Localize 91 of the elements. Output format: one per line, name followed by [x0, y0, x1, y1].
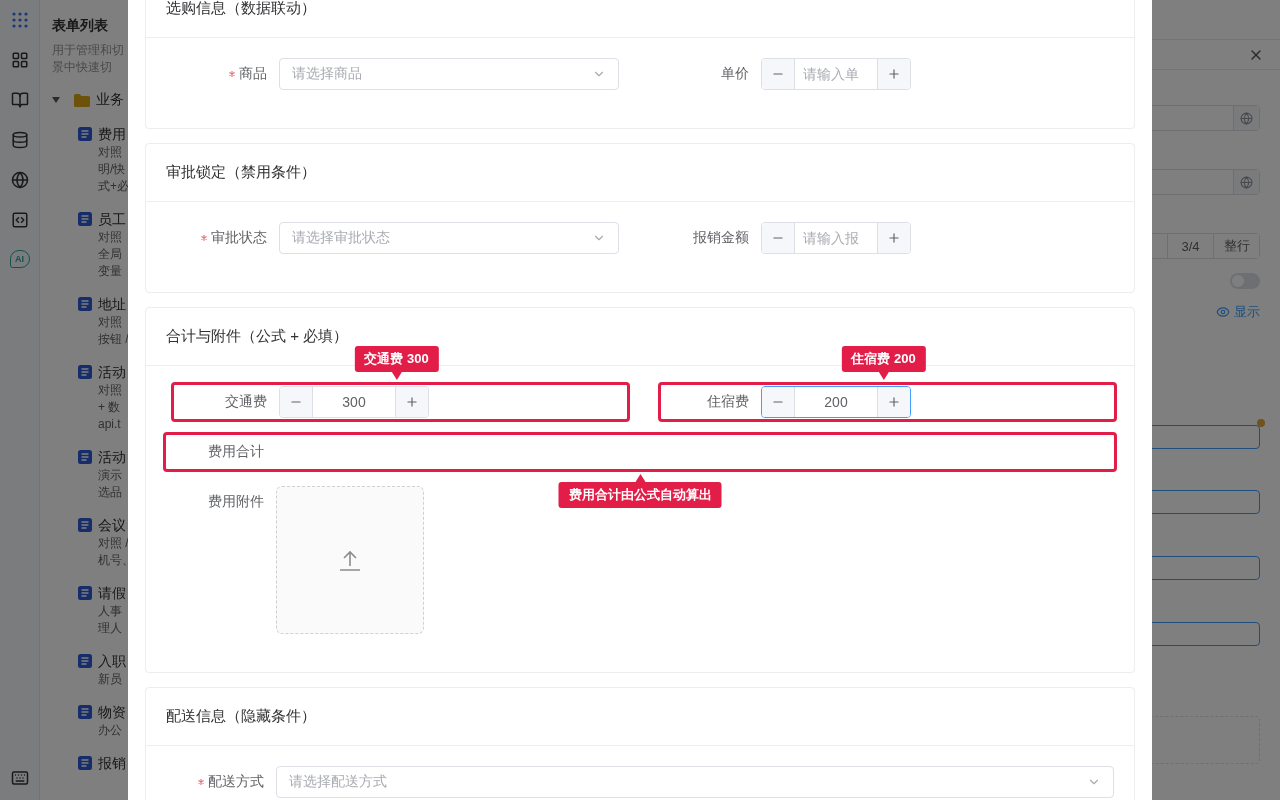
form-list-item[interactable]: 活动 [98, 362, 126, 382]
field-label: 费用附件 [208, 493, 264, 511]
field-label: 费用合计 [208, 443, 264, 461]
section-title: 合计与附件（公式 + 必填） [166, 327, 349, 346]
item-description: 新员 [98, 671, 122, 688]
eye-icon [1216, 305, 1230, 319]
section-title: 审批锁定（禁用条件） [166, 163, 316, 182]
decrement-button[interactable] [762, 387, 795, 417]
number-stepper[interactable]: 300 [279, 386, 429, 418]
callout-label: 交通费 300 [354, 346, 439, 372]
plus-icon [887, 395, 901, 409]
callout-pointer-icon [391, 372, 402, 380]
form-list-item[interactable]: 地址 [98, 294, 126, 314]
callout-pointer-icon [635, 474, 645, 482]
keyboard-icon[interactable] [9, 768, 30, 788]
globe-icon [1240, 175, 1253, 189]
caret-icon[interactable] [52, 96, 60, 104]
notification-dot [1257, 419, 1265, 427]
upload-icon [339, 549, 361, 571]
upload-area[interactable] [276, 486, 424, 634]
globe-icon[interactable] [9, 170, 30, 190]
document-icon [78, 212, 92, 226]
document-icon [78, 365, 92, 379]
document-icon [78, 518, 92, 532]
segment-option[interactable]: 整行 [1213, 234, 1259, 258]
item-description: 机号、 [98, 552, 134, 569]
document-icon [78, 586, 92, 600]
field-label: 审批状态 [211, 229, 267, 247]
callout-label: 费用合计由公式自动算出 [558, 482, 722, 508]
decrement-button[interactable] [280, 387, 313, 417]
callout-pointer-icon [878, 372, 889, 380]
item-description: 式+必 [98, 178, 129, 195]
document-icon [78, 756, 92, 770]
field-label: 单价 [721, 65, 749, 83]
select-field[interactable]: 请选择商品 [279, 58, 619, 90]
item-description: 对照 [98, 144, 122, 161]
sidebar-title: 表单列表 [52, 16, 109, 34]
number-stepper[interactable]: 请输入单 [761, 58, 911, 90]
document-icon [78, 450, 92, 464]
document-icon [78, 654, 92, 668]
increment-button[interactable] [395, 387, 428, 417]
folder-icon [74, 93, 90, 107]
form-list-item[interactable]: 员工 [98, 209, 126, 229]
number-stepper[interactable]: 请输入报 [761, 222, 911, 254]
item-description: 人事 [98, 603, 122, 620]
item-description: 对照 [98, 229, 122, 246]
plus-icon [887, 231, 901, 245]
form-list-item[interactable]: 会议 [98, 515, 126, 535]
increment-button[interactable] [877, 387, 910, 417]
number-stepper[interactable]: 200 [761, 386, 911, 418]
document-icon [78, 297, 92, 311]
item-description: 对照 / [98, 535, 129, 552]
form-list-item[interactable]: 活动 [98, 447, 126, 467]
decrement-button[interactable] [762, 223, 795, 253]
item-description: 对照 [98, 314, 122, 331]
field-label: 商品 [239, 65, 267, 83]
form-list-item[interactable]: 入职 [98, 651, 126, 671]
field-label: 住宿费 [707, 393, 749, 411]
form-list-item[interactable]: 请假 [98, 583, 126, 603]
plus-icon [405, 395, 419, 409]
section-title: 配送信息（隐藏条件） [166, 707, 316, 726]
form-list-item[interactable]: 物资 [98, 702, 126, 722]
field-label: 配送方式 [208, 773, 264, 791]
section-title: 选购信息（数据联动） [166, 0, 316, 18]
item-description: api.t [98, 416, 121, 433]
item-description: + 数 [98, 399, 121, 416]
increment-button[interactable] [877, 223, 910, 253]
globe-icon [1240, 111, 1253, 125]
form-list-item[interactable]: 费用 [98, 124, 126, 144]
item-description: 按钮 / [98, 331, 129, 348]
item-description: 全局 [98, 246, 122, 263]
field-label: 交通费 [225, 393, 267, 411]
increment-button[interactable] [877, 59, 910, 89]
form-list-item[interactable]: 报销 [98, 753, 126, 773]
decrement-button[interactable] [762, 59, 795, 89]
plus-icon [887, 67, 901, 81]
field-label: 报销金额 [693, 229, 749, 247]
item-description: 明/快 [98, 161, 126, 178]
item-description: 变量 [98, 263, 122, 280]
item-description: 对照 [98, 382, 122, 399]
item-description: 理人 [98, 620, 122, 637]
folder-label[interactable]: 业务 [96, 91, 124, 109]
document-icon [78, 127, 92, 141]
item-description: 办公 [98, 722, 122, 739]
item-description: 演示 [98, 467, 122, 484]
document-icon [78, 705, 92, 719]
select-field[interactable]: 请选择配送方式 [276, 766, 1114, 798]
select-field[interactable]: 请选择审批状态 [279, 222, 619, 254]
callout-label: 住宿费 200 [841, 346, 926, 372]
item-description: 选品 [98, 484, 122, 501]
book-icon[interactable] [9, 90, 30, 110]
